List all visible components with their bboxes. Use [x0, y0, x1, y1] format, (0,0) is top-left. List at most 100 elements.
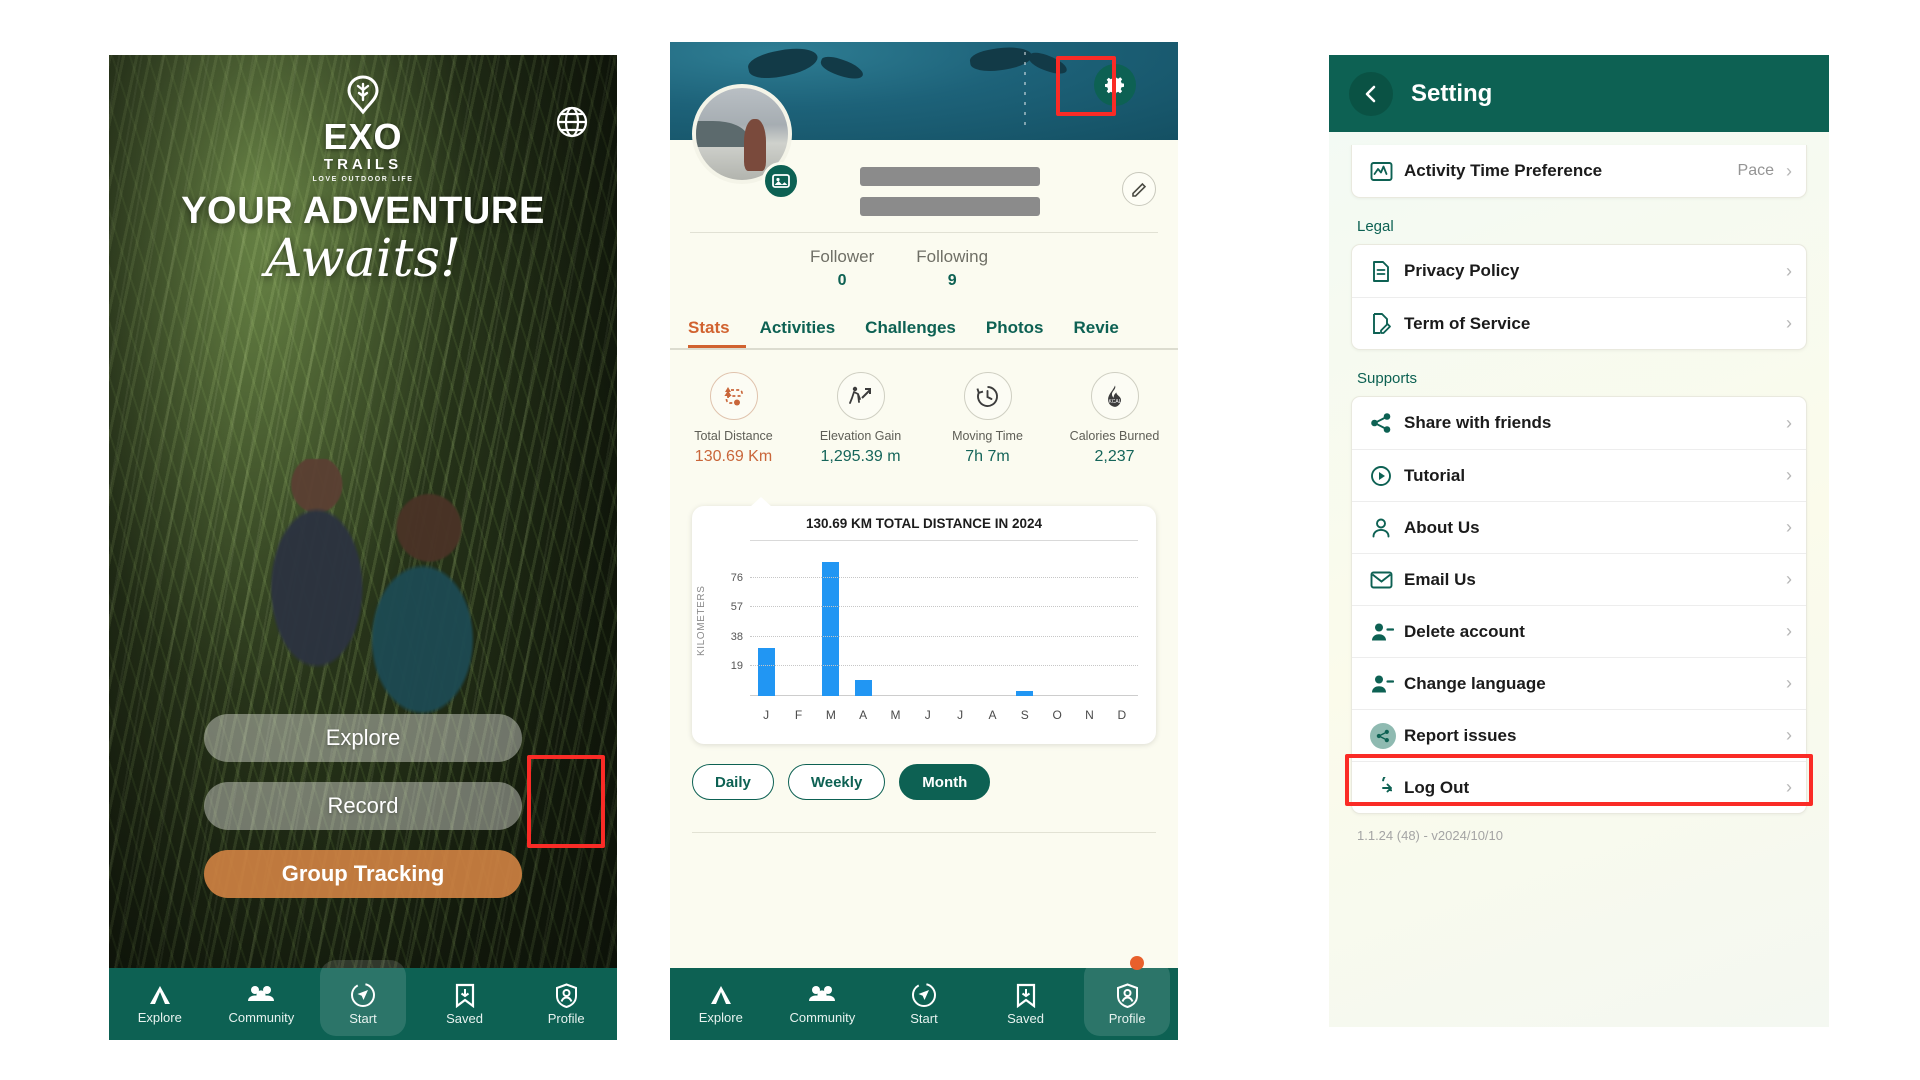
chart-bar[interactable] — [822, 562, 840, 696]
chart-x-tick-label: S — [1020, 708, 1029, 722]
chart-x-tick-label: M — [890, 708, 901, 722]
settings-label-tutorial: Tutorial — [1404, 465, 1466, 485]
chart-bar-slot — [750, 548, 782, 696]
nav-label-community: Community — [789, 1010, 856, 1025]
bottom-navigation-bar: Explore Community Start Saved Profile — [109, 960, 617, 1040]
settings-row-log-out[interactable]: Log Out › — [1352, 761, 1806, 813]
chevron-right-icon: › — [1786, 621, 1792, 641]
chevron-left-icon[interactable] — [1349, 71, 1393, 116]
shield-person-icon — [1116, 982, 1138, 1008]
period-daily-button[interactable]: Daily — [692, 764, 774, 800]
metric-value-total-distance: 130.69 Km — [694, 448, 773, 465]
settings-label-privacy-policy: Privacy Policy — [1404, 261, 1520, 280]
activity-chart-icon — [1370, 160, 1404, 183]
tab-activities[interactable]: Activities — [760, 314, 852, 348]
chart-bar[interactable] — [854, 680, 872, 696]
record-button[interactable]: Record — [204, 782, 522, 830]
settings-row-report-issues[interactable]: Report issues › — [1352, 709, 1806, 761]
chart-bar-slot — [847, 548, 879, 696]
nav-label-start: Start — [910, 1011, 938, 1026]
settings-row-share-with-friends[interactable]: Share with friends › — [1352, 397, 1806, 449]
chart-x-tick-label: D — [1117, 708, 1127, 722]
chart-bar[interactable] — [757, 647, 775, 696]
period-weekly-button[interactable]: Weekly — [787, 764, 886, 800]
nav-tab-community[interactable]: Community — [772, 968, 874, 1040]
chevron-right-icon: › — [1786, 260, 1792, 281]
userhandle-placeholder-bar — [860, 197, 1040, 216]
nav-tab-start[interactable]: Start — [873, 968, 975, 1040]
person-minus-icon — [1370, 621, 1404, 643]
settings-label-term-of-service: Term of Service — [1404, 313, 1531, 333]
avatar-person-shape — [743, 119, 766, 171]
tab-reviews[interactable]: Revie — [1073, 314, 1134, 348]
person-icon — [1370, 517, 1404, 539]
settings-row-delete-account[interactable]: Delete account › — [1352, 605, 1806, 657]
chart-bar-slot — [976, 548, 1008, 696]
pin-leaf-icon — [347, 75, 379, 115]
nav-tab-explore[interactable]: Explore — [670, 968, 772, 1040]
tent-icon — [149, 986, 170, 1004]
group-tracking-button[interactable]: Group Tracking — [204, 850, 522, 898]
legal-card: Privacy Policy › Term of Service › — [1351, 244, 1807, 350]
settings-row-email-us[interactable]: Email Us › — [1352, 553, 1806, 605]
gear-icon[interactable] — [1094, 64, 1136, 106]
nav-tab-saved[interactable]: Saved — [414, 968, 516, 1040]
logo-tagline: LOVE OUTDOOR LIFE — [312, 176, 414, 183]
nav-label-explore: Explore — [698, 1010, 743, 1025]
following-value: 9 — [947, 272, 957, 289]
chart-x-tick-label: O — [1052, 708, 1062, 722]
nav-tab-profile[interactable]: Profile — [1076, 960, 1178, 1040]
chart-x-tick-label: F — [794, 708, 803, 722]
metric-label-calories-burned: Calories Burned — [1069, 429, 1160, 443]
chart-x-tick-label: J — [924, 708, 931, 722]
bottom-navigation-bar: Explore Community Start Saved Profile — [670, 956, 1178, 1040]
chart-bar-slot — [912, 548, 944, 696]
tab-challenges[interactable]: Challenges — [865, 314, 972, 348]
chart-y-tick-label: 57 — [730, 601, 743, 614]
nav-tab-profile[interactable]: Profile — [515, 968, 617, 1040]
chevron-right-icon: › — [1786, 517, 1792, 537]
follower-stat[interactable]: Follower 0 — [810, 247, 874, 290]
follower-label: Follower — [810, 247, 875, 266]
chart-gridline: 76 — [731, 572, 1138, 584]
chart-bars — [750, 548, 1138, 696]
chart-bar[interactable] — [1016, 691, 1034, 696]
hero-action-buttons: Explore Record Group Tracking — [204, 714, 522, 898]
document-pencil-icon — [1370, 312, 1404, 335]
share-circle-icon — [1370, 722, 1404, 749]
settings-label-email-us: Email Us — [1404, 569, 1476, 589]
following-stat[interactable]: Following 9 — [916, 247, 988, 290]
chart-x-tick-label: J — [957, 708, 964, 722]
clock-icon — [963, 372, 1012, 420]
supports-card: Share with friends › Tutorial › About Us… — [1351, 396, 1807, 814]
settings-row-privacy-policy[interactable]: Privacy Policy › — [1352, 245, 1806, 297]
settings-label-share-with-friends: Share with friends — [1404, 413, 1552, 432]
phone-profile-screen: Follower 0 Following 9 Stats Activities … — [670, 42, 1178, 1040]
nav-tab-saved[interactable]: Saved — [975, 968, 1077, 1040]
chart-x-tick-label: M — [825, 708, 836, 722]
nav-tab-explore[interactable]: Explore — [109, 968, 211, 1040]
compass-icon — [350, 983, 375, 1007]
activity-preference-card: Activity Time Preference Pace › — [1351, 145, 1807, 198]
settings-row-about-us[interactable]: About Us › — [1352, 501, 1806, 553]
photo-icon[interactable] — [762, 162, 800, 200]
settings-row-change-language[interactable]: Change language › — [1352, 657, 1806, 709]
shield-person-icon — [555, 982, 577, 1008]
explore-button[interactable]: Explore — [204, 714, 522, 762]
tab-photos[interactable]: Photos — [986, 314, 1060, 348]
settings-label-report-issues: Report issues — [1404, 725, 1517, 745]
settings-scroll-area[interactable]: Activity Time Preference Pace › Legal Pr… — [1329, 132, 1829, 1027]
settings-row-tutorial[interactable]: Tutorial › — [1352, 449, 1806, 501]
nav-label-saved: Saved — [1007, 1010, 1045, 1026]
diver-silhouette-1 — [746, 43, 820, 83]
pencil-icon[interactable] — [1122, 172, 1156, 206]
tab-stats[interactable]: Stats — [688, 314, 746, 348]
settings-row-term-of-service[interactable]: Term of Service › — [1352, 297, 1806, 349]
phone-settings-screen: Setting Activity Time Preference Pace › … — [1329, 55, 1829, 1027]
nav-tab-start[interactable]: Start — [312, 960, 414, 1040]
settings-row-activity-time-preference[interactable]: Activity Time Preference Pace › — [1352, 145, 1806, 197]
nav-tab-community[interactable]: Community — [211, 968, 313, 1040]
metric-value-moving-time: 7h 7m — [965, 448, 1010, 465]
globe-icon[interactable] — [555, 105, 589, 139]
period-month-button[interactable]: Month — [899, 764, 991, 800]
